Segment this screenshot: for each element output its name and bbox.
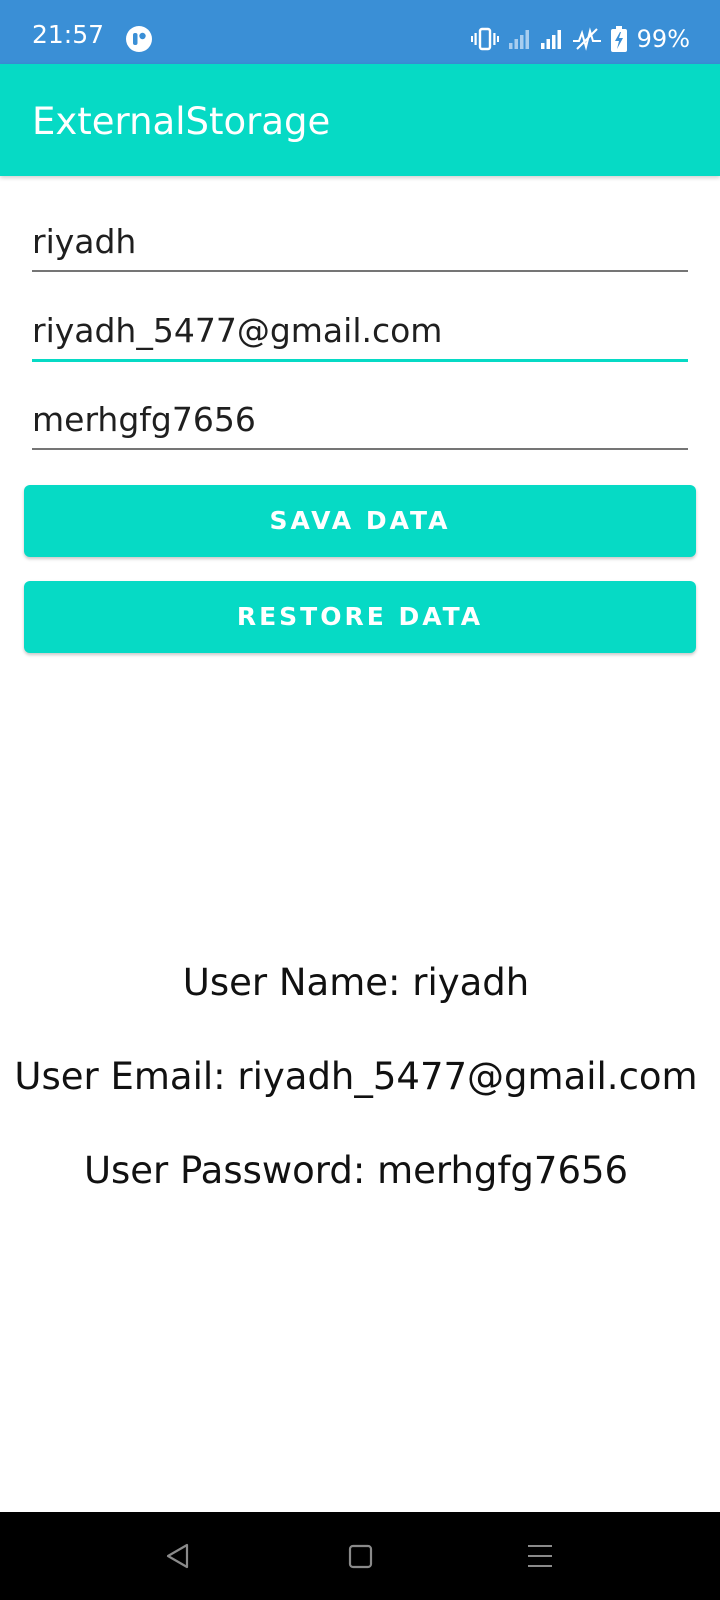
save-data-button[interactable]: SAVA DATA [24, 485, 696, 557]
restore-data-button[interactable]: RESTORE DATA [24, 581, 696, 653]
status-time: 21:57 [32, 20, 105, 49]
app-title: ExternalStorage [32, 100, 331, 143]
vibrate-icon [470, 27, 499, 51]
email-field-value: riyadh_5477@gmail.com [32, 311, 443, 350]
password-field-value: merhgfg7656 [32, 400, 256, 439]
battery-percentage: 99% [636, 25, 690, 53]
user-email-text: User Email: riyadh_5477@gmail.com [14, 1055, 698, 1098]
battery-charging-icon [610, 26, 627, 52]
app-bar: ExternalStorage [0, 64, 720, 176]
app-notification-icon [125, 25, 153, 53]
user-password-text: User Password: merhgfg7656 [83, 1149, 629, 1192]
back-icon[interactable] [158, 1536, 198, 1576]
email-field[interactable]: riyadh_5477@gmail.com [32, 299, 688, 362]
password-field[interactable]: merhgfg7656 [32, 388, 688, 450]
home-icon[interactable] [340, 1536, 380, 1576]
activity-icon [572, 27, 601, 51]
signal-strong-icon [540, 29, 563, 49]
name-field[interactable]: riyadh [32, 210, 688, 272]
status-icons: 99% [470, 24, 690, 54]
name-field-value: riyadh [32, 222, 137, 261]
signal-weak-icon [508, 29, 531, 49]
recents-icon[interactable] [520, 1536, 560, 1576]
user-name-text: User Name: riyadh [182, 961, 530, 1004]
status-bar: 21:57 99% [0, 0, 720, 64]
navigation-bar [0, 1512, 720, 1600]
